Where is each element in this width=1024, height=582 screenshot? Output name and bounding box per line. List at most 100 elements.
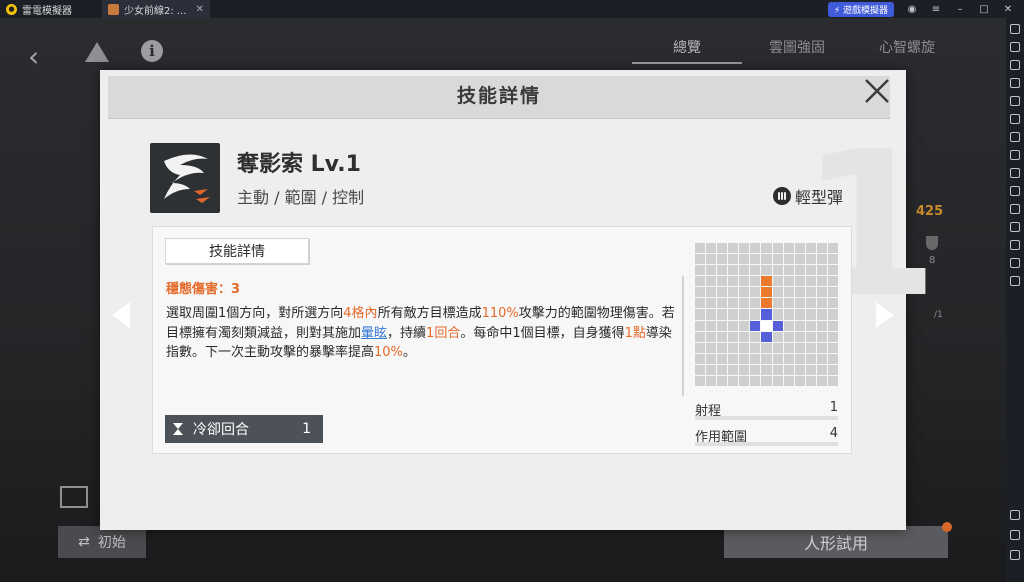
grid-cell bbox=[739, 276, 750, 287]
grid-cell bbox=[827, 375, 838, 386]
record-icon[interactable] bbox=[1010, 132, 1020, 142]
reset-button-label: 初始 bbox=[97, 535, 126, 551]
grid-cell bbox=[794, 331, 805, 342]
settings-icon[interactable] bbox=[1010, 24, 1020, 34]
grid-cell bbox=[695, 287, 706, 298]
grid-cell bbox=[805, 364, 816, 375]
grid-cell bbox=[695, 342, 706, 353]
stable-damage: 穩態傷害：3 bbox=[166, 282, 241, 297]
back-arrow-icon[interactable]: ‹ bbox=[28, 40, 39, 73]
apk-icon[interactable] bbox=[1010, 150, 1020, 160]
account-icon[interactable]: ◉ bbox=[906, 4, 918, 15]
screenshot-icon[interactable] bbox=[1010, 114, 1020, 124]
volume-down-icon[interactable] bbox=[1010, 78, 1020, 88]
tab-mind-spiral[interactable]: 心智螺旋 bbox=[852, 32, 962, 64]
grid-cell-attack-range bbox=[761, 276, 772, 287]
recent-apps-icon[interactable] bbox=[1010, 550, 1020, 560]
description-segment: 選取周圍1個方向，對所選方向 bbox=[166, 306, 344, 321]
grid-cell bbox=[728, 276, 739, 287]
ammo-icon bbox=[773, 187, 791, 205]
grid-cell bbox=[706, 243, 717, 254]
close-window-icon[interactable]: ✕ bbox=[1002, 4, 1014, 15]
emulator-logo-icon: ● bbox=[6, 3, 17, 15]
skill-description: 選取周圍1個方向，對所選方向4格內所有敵方目標造成110%攻擊力的範圍物理傷害。… bbox=[166, 304, 678, 363]
minimize-icon[interactable]: – bbox=[954, 4, 966, 15]
ammo-label: 輕型彈 bbox=[795, 188, 844, 207]
grid-cell bbox=[816, 320, 827, 331]
grid-cell bbox=[728, 353, 739, 364]
multi-window-icon[interactable] bbox=[1010, 276, 1020, 286]
copy-icon[interactable] bbox=[1010, 222, 1020, 232]
maximize-icon[interactable]: □ bbox=[978, 4, 990, 15]
grid-cell bbox=[717, 320, 728, 331]
grid-cell bbox=[739, 287, 750, 298]
grid-cell bbox=[706, 276, 717, 287]
grid-cell bbox=[794, 320, 805, 331]
grid-cell bbox=[772, 375, 783, 386]
grid-cell bbox=[739, 265, 750, 276]
grid-cell bbox=[783, 287, 794, 298]
keyboard-icon[interactable] bbox=[1010, 42, 1020, 52]
grid-cell bbox=[750, 298, 761, 309]
grid-cell bbox=[717, 309, 728, 320]
grid-cell-direction bbox=[750, 320, 761, 331]
grid-cell-attack-range bbox=[761, 287, 772, 298]
grid-cell bbox=[783, 243, 794, 254]
home-icon[interactable] bbox=[1010, 530, 1020, 540]
emulator-title-bar: ● 雷電模擬器 少女前線2: ... ✕ ⚡ 遊戲模擬器 ◉ ≡ – □ ✕ bbox=[0, 0, 1024, 18]
grid-cell bbox=[805, 375, 816, 386]
menu-icon[interactable]: ≡ bbox=[930, 4, 942, 15]
tab-close-icon[interactable]: ✕ bbox=[195, 4, 203, 15]
tab-cloud-upgrade[interactable]: 雲圖強固 bbox=[742, 32, 852, 64]
grid-cell bbox=[706, 265, 717, 276]
grid-cell bbox=[750, 342, 761, 353]
folder-icon[interactable] bbox=[1010, 240, 1020, 250]
description-scrollbar[interactable] bbox=[682, 276, 684, 396]
grid-cell bbox=[783, 364, 794, 375]
grid-cell bbox=[816, 276, 827, 287]
grid-cell bbox=[772, 287, 783, 298]
prev-skill-arrow-icon[interactable] bbox=[112, 302, 130, 328]
description-segment: 10% bbox=[374, 345, 403, 360]
game-tab[interactable]: 少女前線2: ... ✕ bbox=[102, 0, 210, 18]
grid-cell bbox=[805, 287, 816, 298]
grid-cell bbox=[827, 265, 838, 276]
grid-cell bbox=[816, 375, 827, 386]
grid-cell bbox=[805, 298, 816, 309]
tab-skill-detail[interactable]: 技能詳情 bbox=[165, 238, 309, 264]
close-icon[interactable] bbox=[862, 76, 892, 106]
trial-button[interactable]: 人形試用 bbox=[724, 526, 948, 558]
grid-cell bbox=[706, 364, 717, 375]
grid-cell bbox=[772, 364, 783, 375]
skill-tags: 主動 / 範圍 / 控制 bbox=[237, 188, 365, 207]
accelerate-button[interactable]: ⚡ 遊戲模擬器 bbox=[827, 1, 894, 17]
sync-icon[interactable] bbox=[1010, 204, 1020, 214]
description-segment: 。每命中1個目標，自身獲得 bbox=[460, 325, 625, 341]
tab-overview[interactable]: 總覽 bbox=[632, 32, 742, 64]
info-icon[interactable]: i bbox=[141, 40, 163, 62]
reset-button[interactable]: ⇄ 初始 bbox=[58, 526, 146, 558]
drive-icon[interactable] bbox=[85, 42, 109, 62]
back-icon[interactable] bbox=[1010, 510, 1020, 520]
next-skill-arrow-icon[interactable] bbox=[876, 302, 894, 328]
description-segment: 4格內 bbox=[343, 306, 378, 321]
volume-up-icon[interactable] bbox=[1010, 60, 1020, 70]
scissors-icon[interactable] bbox=[1010, 168, 1020, 178]
grid-cell bbox=[728, 265, 739, 276]
video-icon[interactable] bbox=[1010, 186, 1020, 196]
grid-cell bbox=[794, 375, 805, 386]
game-tab-title: 少女前線2: ... bbox=[124, 5, 187, 17]
refresh-icon: ⇄ bbox=[78, 534, 90, 550]
location-icon[interactable] bbox=[1010, 258, 1020, 268]
grid-cell bbox=[706, 254, 717, 265]
grid-cell bbox=[794, 254, 805, 265]
grid-cell bbox=[772, 254, 783, 265]
film-icon[interactable] bbox=[60, 486, 88, 508]
stun-keyword-link[interactable]: 暈眩 bbox=[361, 326, 387, 341]
grid-cell bbox=[816, 353, 827, 364]
fullscreen-icon[interactable] bbox=[1010, 96, 1020, 106]
grid-cell bbox=[706, 342, 717, 353]
grid-cell bbox=[750, 276, 761, 287]
cooldown-label: 冷卻回合 bbox=[193, 422, 249, 438]
grid-cell bbox=[739, 254, 750, 265]
